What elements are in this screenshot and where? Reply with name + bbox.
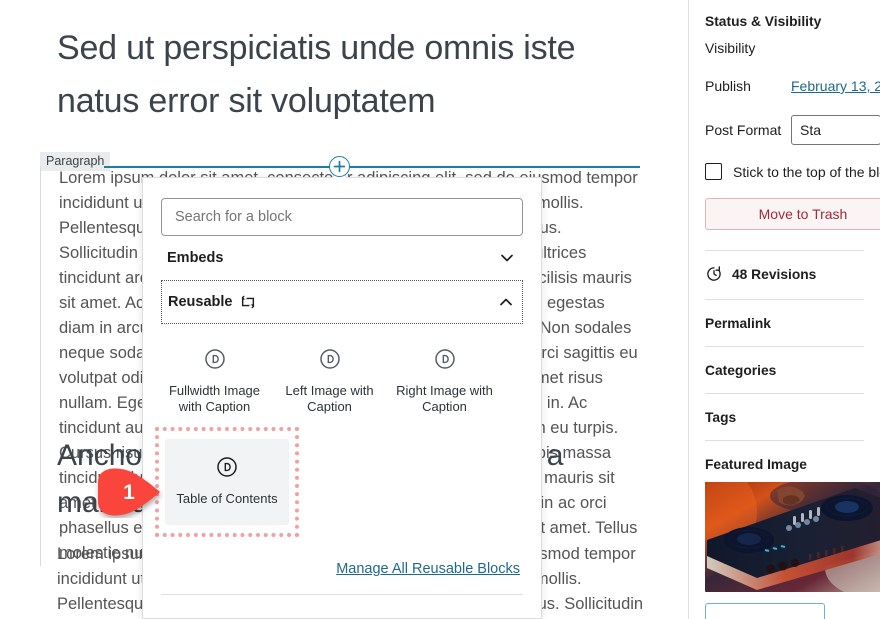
move-to-trash-button[interactable]: Move to Trash bbox=[705, 198, 880, 230]
set-featured-image-button[interactable] bbox=[705, 603, 825, 619]
block-tile-label: Fullwidth Image with Caption bbox=[168, 383, 261, 414]
chevron-down-icon bbox=[497, 248, 517, 268]
block-tile-inner: Right Image with Caption bbox=[391, 339, 498, 423]
reusable-block-icon bbox=[240, 294, 256, 310]
publish-row: Publish February 13, 20 bbox=[705, 67, 880, 105]
section-title-embeds-wrap: Embeds bbox=[167, 250, 223, 266]
revisions-row[interactable]: 48 Revisions bbox=[705, 251, 864, 297]
block-tile-label: Left Image with Caption bbox=[285, 383, 374, 414]
sidebar-panel-categories[interactable]: Categories bbox=[705, 347, 864, 394]
manage-all-reusable-blocks-link[interactable]: Manage All Reusable Blocks bbox=[336, 561, 520, 577]
post-title[interactable]: Sed ut perspiciatis unde omnis iste natu… bbox=[57, 22, 637, 128]
revisions-label: 48 Revisions bbox=[732, 266, 817, 282]
inserter-section-embeds: Embeds bbox=[161, 236, 523, 280]
block-tile-inner: Left Image with Caption bbox=[276, 339, 383, 423]
publish-label: Publish bbox=[705, 78, 751, 94]
sticky-row: Stick to the top of the blo bbox=[705, 149, 880, 180]
section-header-embeds[interactable]: Embeds bbox=[161, 236, 523, 280]
manage-link-row: Manage All Reusable Blocks bbox=[143, 560, 541, 578]
section-title-reusable-wrap: Reusable bbox=[168, 294, 256, 310]
section-label-embeds: Embeds bbox=[167, 250, 224, 266]
chevron-up-icon bbox=[496, 292, 516, 312]
block-tile-label: Right Image with Caption bbox=[396, 383, 493, 414]
featured-image-thumbnail[interactable] bbox=[705, 482, 880, 592]
tags-label: Tags bbox=[705, 409, 737, 425]
block-tile-table-of-contents[interactable]: Table of Contents bbox=[155, 427, 299, 537]
visibility-row[interactable]: Visibility bbox=[705, 29, 864, 67]
reusable-d-icon bbox=[203, 347, 227, 371]
publish-date-button[interactable]: February 13, 20 bbox=[791, 78, 880, 94]
block-tile-fullwidth-image-with-caption[interactable]: Fullwidth Image with Caption bbox=[157, 329, 272, 429]
callout-badge-1: 1 bbox=[92, 468, 172, 518]
inserter-section-reusable: Reusable bbox=[161, 280, 523, 324]
block-tile-inner: Table of Contents bbox=[165, 439, 289, 525]
post-format-row: Post Format Sta bbox=[705, 111, 880, 149]
post-format-label: Post Format bbox=[705, 122, 782, 138]
sticky-label: Stick to the top of the blo bbox=[733, 163, 880, 180]
popover-divider bbox=[161, 594, 523, 595]
section-header-reusable[interactable]: Reusable bbox=[161, 280, 523, 324]
sidebar-panel-permalink[interactable]: Permalink bbox=[705, 300, 864, 347]
reusable-block-grid: Fullwidth Image with Caption Left Image … bbox=[143, 324, 541, 537]
sticky-checkbox[interactable] bbox=[705, 163, 722, 180]
block-inserter-toggle-button[interactable] bbox=[329, 156, 350, 177]
sidebar-content: Status & Visibility Visibility Publish F… bbox=[689, 0, 880, 619]
wordpress-block-editor: Sed ut perspiciatis unde omnis iste natu… bbox=[0, 0, 880, 619]
block-inserter-popover: Embeds Reusable bbox=[142, 177, 542, 619]
block-tile-inner: Fullwidth Image with Caption bbox=[161, 339, 268, 423]
reusable-d-icon bbox=[215, 455, 239, 479]
visibility-label: Visibility bbox=[705, 40, 756, 56]
post-format-select[interactable]: Sta bbox=[791, 115, 880, 145]
callout-badge-number: 1 bbox=[123, 481, 135, 504]
block-tile-left-image-with-caption[interactable]: Left Image with Caption bbox=[272, 329, 387, 429]
block-tile-right-image-with-caption[interactable]: Right Image with Caption bbox=[387, 329, 502, 429]
block-search-input[interactable] bbox=[161, 198, 523, 236]
categories-label: Categories bbox=[705, 362, 777, 378]
featured-image-label: Featured Image bbox=[705, 457, 807, 472]
reusable-d-icon bbox=[433, 347, 457, 371]
section-label-reusable: Reusable bbox=[168, 294, 233, 310]
document-settings-sidebar: Status & Visibility Visibility Publish F… bbox=[688, 0, 880, 619]
sidebar-panel-tags[interactable]: Tags bbox=[705, 394, 864, 441]
status-visibility-title: Status & Visibility bbox=[705, 14, 822, 29]
clock-revisions-icon bbox=[705, 265, 723, 283]
block-tile-label: Table of Contents bbox=[176, 491, 278, 506]
permalink-label: Permalink bbox=[705, 315, 771, 331]
block-search-wrapper bbox=[143, 178, 541, 236]
reusable-d-icon bbox=[318, 347, 342, 371]
